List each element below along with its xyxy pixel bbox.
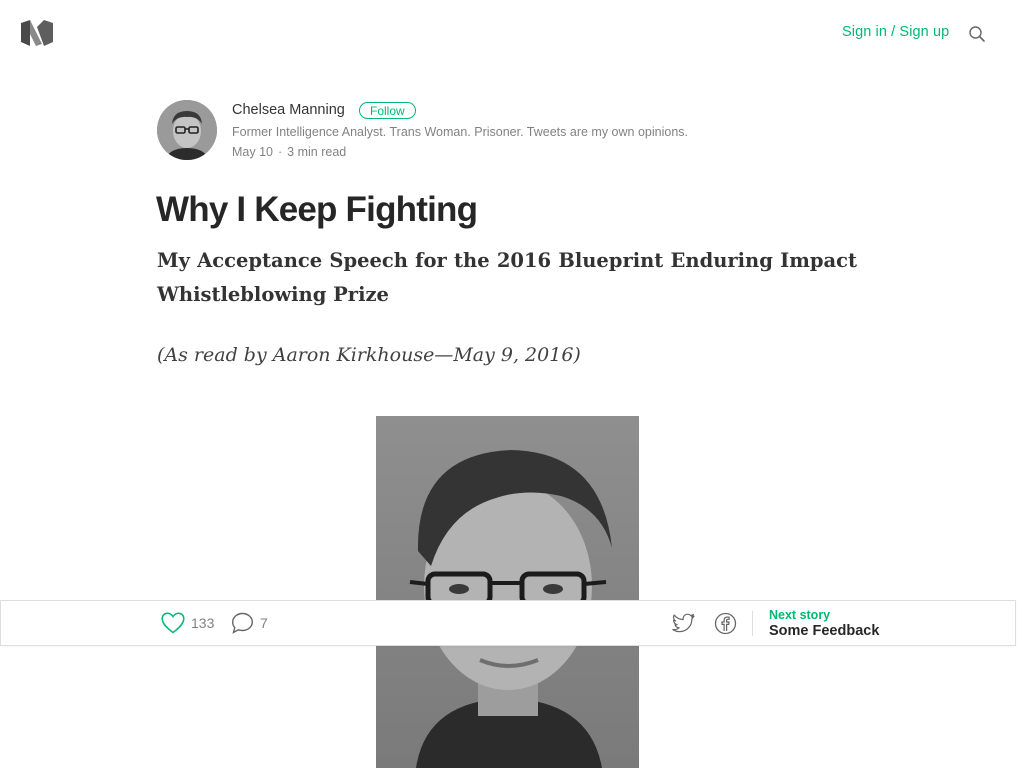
next-story-label[interactable]: Next story [769,608,830,622]
author-bio: Former Intelligence Analyst. Trans Woman… [232,125,688,139]
article-title: Why I Keep Fighting [156,190,478,229]
response-count[interactable]: 7 [260,615,268,631]
top-bar: Sign in / Sign up [0,0,1024,66]
medium-logo-icon[interactable] [20,20,53,46]
meta-separator: · [278,145,283,159]
twitter-icon[interactable] [672,612,696,634]
author-name[interactable]: Chelsea Manning [232,102,345,118]
byline-quote: (As read by Aaron Kirkhouse—May 9, 2016) [157,344,581,366]
speech-bubble-icon[interactable] [231,612,254,634]
next-story-title[interactable]: Some Feedback [769,623,879,639]
read-time: 3 min read [287,145,347,159]
post-meta: May 10 · 3 min read [232,145,346,159]
sign-in-link[interactable]: Sign in / Sign up [842,24,949,40]
post-action-bar: 133 7 Next story Some Feedback [0,600,1016,646]
article-subtitle: My Acceptance Speech for the 2016 Bluepr… [157,249,857,306]
recommend-count[interactable]: 133 [191,615,214,631]
facebook-icon[interactable] [714,612,737,635]
heart-icon[interactable] [161,612,185,634]
post-date[interactable]: May 10 [232,145,273,159]
follow-button[interactable]: Follow [359,102,416,119]
author-portrait-image[interactable] [376,416,639,768]
author-avatar[interactable] [157,100,217,160]
action-divider [752,611,753,636]
search-icon[interactable] [968,25,986,43]
